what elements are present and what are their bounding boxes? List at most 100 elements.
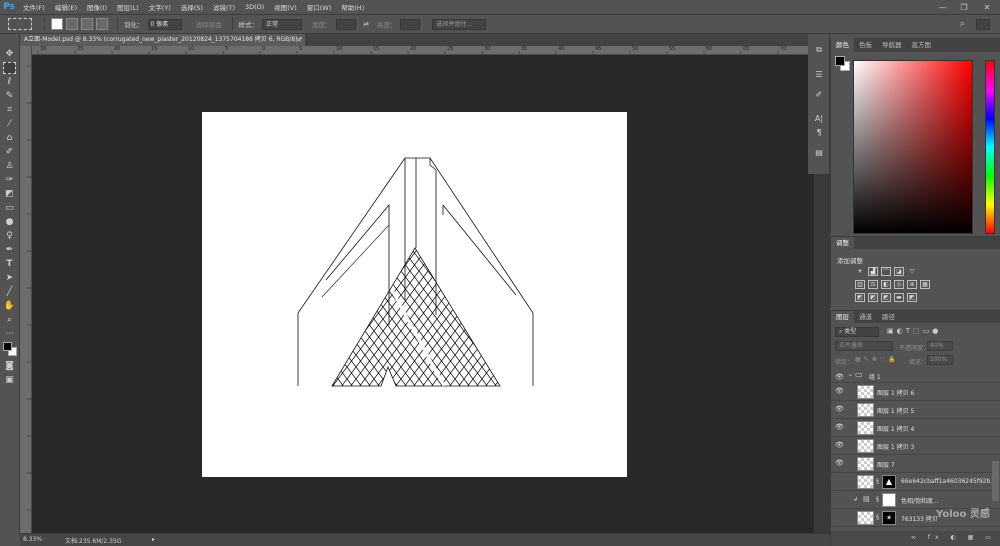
workspace-select[interactable]: [976, 19, 990, 30]
pen-tool-icon[interactable]: ✒: [3, 244, 16, 256]
layer-mask-thumbnail[interactable]: [882, 493, 896, 507]
document-canvas[interactable]: [32, 55, 814, 533]
history-panel-icon[interactable]: ⧉: [812, 44, 826, 56]
black-white-icon[interactable]: ◧: [881, 280, 891, 289]
menu-file[interactable]: 文件(F): [18, 2, 50, 12]
menu-type[interactable]: 文字(Y): [144, 2, 176, 12]
crop-tool-icon[interactable]: ⌗: [3, 104, 16, 116]
swap-icon[interactable]: ⇄: [364, 20, 369, 28]
intersect-selection-icon[interactable]: [96, 18, 108, 30]
close-window-button[interactable]: ✕: [978, 0, 996, 14]
add-selection-icon[interactable]: [66, 18, 78, 30]
libraries-panel-icon[interactable]: ▤: [812, 146, 826, 158]
style-select[interactable]: 正常: [262, 18, 302, 30]
restore-button[interactable]: ❐: [955, 0, 973, 14]
color-picker-field[interactable]: [853, 60, 973, 234]
clone-stamp-tool-icon[interactable]: ♙: [3, 160, 16, 172]
layer-row[interactable]: 👁 图层 1 拷贝 3: [831, 437, 1000, 455]
zoom-tool-icon[interactable]: ⌕: [3, 314, 16, 326]
brush-panel-icon[interactable]: ✐: [812, 88, 826, 100]
menu-filter[interactable]: 滤镜(T): [208, 2, 240, 12]
hue-saturation-icon[interactable]: ▥: [855, 280, 865, 289]
vertical-ruler[interactable]: [20, 46, 32, 533]
link-icon[interactable]: §: [876, 478, 879, 485]
hand-tool-icon[interactable]: ✋: [3, 300, 16, 312]
tab-color[interactable]: 颜色: [831, 38, 854, 52]
minimize-button[interactable]: —: [934, 0, 952, 14]
height-input[interactable]: [400, 18, 421, 30]
blur-tool-icon[interactable]: ●: [3, 216, 16, 228]
curves-icon[interactable]: ⌒: [881, 267, 891, 276]
vibrance-icon[interactable]: ▽: [907, 267, 917, 276]
search-icon[interactable]: ⌕: [960, 19, 964, 29]
visibility-eye-icon[interactable]: 👁: [835, 459, 844, 467]
layer-mask-thumbnail[interactable]: ✶: [882, 511, 896, 525]
visibility-eye-icon[interactable]: 👁: [835, 387, 844, 395]
close-tab-icon[interactable]: ×: [296, 34, 302, 46]
photo-filter-icon[interactable]: ◎: [894, 280, 904, 289]
new-selection-icon[interactable]: [51, 18, 63, 30]
exposure-icon[interactable]: ◪: [894, 267, 904, 276]
tab-paths[interactable]: 路径: [877, 311, 900, 323]
tab-swatches[interactable]: 色板: [854, 38, 877, 52]
gradient-tool-icon[interactable]: ▭: [3, 202, 16, 214]
invert-icon[interactable]: ◩: [855, 293, 865, 302]
tab-navigator[interactable]: 导航器: [877, 38, 907, 52]
canvas-workspace[interactable]: [32, 55, 814, 533]
visibility-eye-icon[interactable]: 👁: [835, 441, 844, 449]
rectangular-marquee-tool-icon[interactable]: [3, 62, 16, 74]
layer-row[interactable]: 👁 图层 1 拷贝 5: [831, 401, 1000, 419]
visibility-toggle-empty[interactable]: [835, 477, 843, 485]
path-selection-tool-icon[interactable]: ➤: [3, 272, 16, 284]
selective-color-icon[interactable]: ◩: [907, 293, 917, 302]
paragraph-panel-icon[interactable]: ¶: [812, 126, 826, 138]
eyedropper-tool-icon[interactable]: ⁄: [3, 118, 16, 130]
width-input[interactable]: [335, 18, 356, 30]
menu-help[interactable]: 帮助(H): [336, 2, 369, 12]
hue-slider[interactable]: [985, 60, 995, 234]
layer-row[interactable]: 👁 图层 1 拷贝 4: [831, 419, 1000, 437]
history-brush-tool-icon[interactable]: ✑: [3, 174, 16, 186]
channel-mixer-icon[interactable]: ⊕: [907, 280, 917, 289]
color-lookup-icon[interactable]: ▦: [920, 280, 930, 289]
color-balance-icon[interactable]: ⚖: [868, 280, 878, 289]
visibility-eye-icon[interactable]: 👁: [835, 405, 844, 413]
tab-layers[interactable]: 图层: [831, 311, 854, 323]
healing-brush-tool-icon[interactable]: ⌂: [3, 132, 16, 144]
layer-row[interactable]: 👁 图层 7: [831, 455, 1000, 473]
gradient-map-icon[interactable]: ▬: [894, 293, 904, 302]
layers-scrollbar[interactable]: [992, 461, 999, 501]
zoom-level[interactable]: 8.33%: [23, 536, 42, 543]
more-tools-icon[interactable]: ···: [3, 328, 16, 340]
link-icon[interactable]: §: [876, 496, 879, 503]
blend-mode-select[interactable]: 正片叠底: [835, 341, 893, 351]
status-menu-arrow[interactable]: ▸: [152, 536, 155, 543]
character-panel-icon[interactable]: A|: [812, 112, 826, 124]
menu-select[interactable]: 选择(S): [176, 2, 208, 12]
layer-row[interactable]: 👁 图层 1 拷贝 6: [831, 383, 1000, 401]
quick-selection-tool-icon[interactable]: ✎: [3, 90, 16, 102]
document-tab[interactable]: A立面-Model.psd @ 8.33% (corrugated_new_pl…: [20, 34, 305, 46]
panel-foreground-swatch[interactable]: [835, 56, 845, 66]
visibility-toggle-empty[interactable]: [835, 513, 843, 521]
tab-histogram[interactable]: 直方图: [907, 38, 937, 52]
tab-channels[interactable]: 通道: [854, 311, 877, 323]
group-expand-icon[interactable]: ⌄: [848, 371, 853, 378]
horizontal-ruler[interactable]: 30 25 20 15 10 5 0 5 10 15 20 25 30 35 4…: [32, 46, 830, 55]
tab-adjustments[interactable]: 调整: [831, 237, 854, 249]
foreground-color-swatch[interactable]: [3, 342, 12, 351]
layer-filter-select[interactable]: ⌕ 类型: [835, 327, 879, 337]
select-and-mask-button[interactable]: 选择并遮住...: [432, 18, 487, 30]
move-tool-icon[interactable]: ✥: [3, 48, 16, 60]
lasso-tool-icon[interactable]: ℓ: [3, 76, 16, 88]
layer-row[interactable]: 👁 ⌄ ▭ 组 1: [831, 369, 1000, 383]
properties-panel-icon[interactable]: ☰: [812, 68, 826, 80]
quick-mask-icon[interactable]: ◙: [3, 360, 16, 372]
visibility-eye-icon[interactable]: 👁: [835, 423, 844, 431]
type-tool-icon[interactable]: T: [3, 258, 16, 270]
lock-icons[interactable]: ▦✎✥⬚🔒: [855, 356, 899, 363]
visibility-eye-icon[interactable]: 👁: [835, 373, 844, 381]
threshold-icon[interactable]: ◩: [881, 293, 891, 302]
subtract-selection-icon[interactable]: [81, 18, 93, 30]
layer-filter-icons[interactable]: ▣◐T⬚▭●: [887, 327, 941, 335]
